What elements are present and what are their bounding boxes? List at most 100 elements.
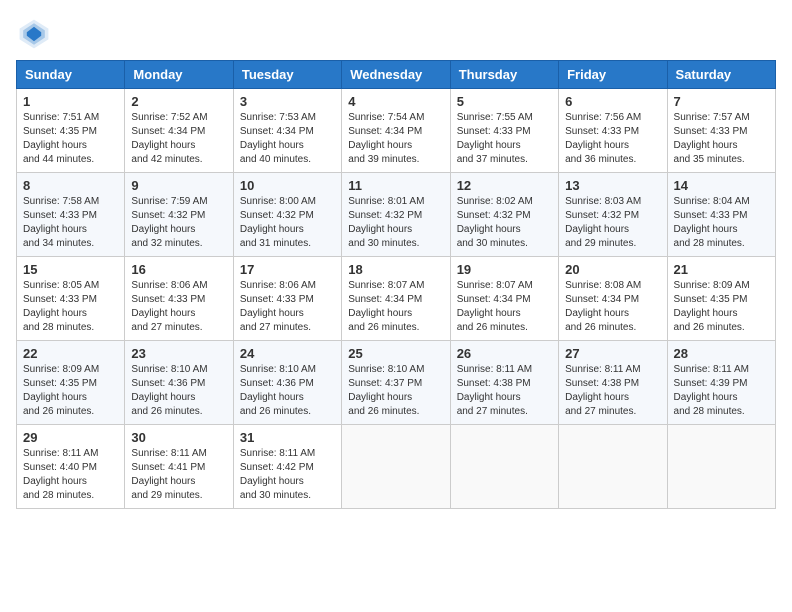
day-number: 17 bbox=[240, 262, 335, 277]
calendar-header-tuesday: Tuesday bbox=[233, 61, 341, 89]
calendar-cell: 9 Sunrise: 7:59 AMSunset: 4:32 PMDayligh… bbox=[125, 173, 233, 257]
day-info: Sunrise: 7:59 AMSunset: 4:32 PMDaylight … bbox=[131, 196, 207, 249]
calendar-cell: 5 Sunrise: 7:55 AMSunset: 4:33 PMDayligh… bbox=[450, 89, 558, 173]
calendar-cell: 18 Sunrise: 8:07 AMSunset: 4:34 PMDaylig… bbox=[342, 257, 450, 341]
calendar-week-3: 15 Sunrise: 8:05 AMSunset: 4:33 PMDaylig… bbox=[17, 257, 776, 341]
day-number: 12 bbox=[457, 178, 552, 193]
calendar-cell: 3 Sunrise: 7:53 AMSunset: 4:34 PMDayligh… bbox=[233, 89, 341, 173]
day-info: Sunrise: 8:11 AMSunset: 4:38 PMDaylight … bbox=[457, 364, 532, 417]
day-number: 10 bbox=[240, 178, 335, 193]
calendar-cell bbox=[667, 425, 775, 509]
day-number: 19 bbox=[457, 262, 552, 277]
calendar-week-1: 1 Sunrise: 7:51 AMSunset: 4:35 PMDayligh… bbox=[17, 89, 776, 173]
calendar-cell: 22 Sunrise: 8:09 AMSunset: 4:35 PMDaylig… bbox=[17, 341, 125, 425]
calendar-cell: 14 Sunrise: 8:04 AMSunset: 4:33 PMDaylig… bbox=[667, 173, 775, 257]
day-number: 13 bbox=[565, 178, 660, 193]
day-number: 3 bbox=[240, 94, 335, 109]
calendar-header-saturday: Saturday bbox=[667, 61, 775, 89]
day-number: 29 bbox=[23, 430, 118, 445]
calendar-week-5: 29 Sunrise: 8:11 AMSunset: 4:40 PMDaylig… bbox=[17, 425, 776, 509]
day-number: 21 bbox=[674, 262, 769, 277]
day-number: 6 bbox=[565, 94, 660, 109]
calendar-cell: 24 Sunrise: 8:10 AMSunset: 4:36 PMDaylig… bbox=[233, 341, 341, 425]
calendar-header-wednesday: Wednesday bbox=[342, 61, 450, 89]
calendar-cell: 6 Sunrise: 7:56 AMSunset: 4:33 PMDayligh… bbox=[559, 89, 667, 173]
day-info: Sunrise: 8:09 AMSunset: 4:35 PMDaylight … bbox=[23, 364, 99, 417]
calendar-cell: 19 Sunrise: 8:07 AMSunset: 4:34 PMDaylig… bbox=[450, 257, 558, 341]
page-header bbox=[16, 16, 776, 52]
day-info: Sunrise: 8:00 AMSunset: 4:32 PMDaylight … bbox=[240, 196, 316, 249]
day-info: Sunrise: 7:57 AMSunset: 4:33 PMDaylight … bbox=[674, 112, 750, 165]
day-number: 16 bbox=[131, 262, 226, 277]
day-number: 8 bbox=[23, 178, 118, 193]
day-info: Sunrise: 8:11 AMSunset: 4:42 PMDaylight … bbox=[240, 448, 315, 501]
calendar-header-row: SundayMondayTuesdayWednesdayThursdayFrid… bbox=[17, 61, 776, 89]
day-number: 15 bbox=[23, 262, 118, 277]
calendar-cell: 13 Sunrise: 8:03 AMSunset: 4:32 PMDaylig… bbox=[559, 173, 667, 257]
calendar-cell: 10 Sunrise: 8:00 AMSunset: 4:32 PMDaylig… bbox=[233, 173, 341, 257]
day-number: 25 bbox=[348, 346, 443, 361]
day-info: Sunrise: 8:11 AMSunset: 4:41 PMDaylight … bbox=[131, 448, 206, 501]
day-info: Sunrise: 8:11 AMSunset: 4:38 PMDaylight … bbox=[565, 364, 640, 417]
day-info: Sunrise: 8:05 AMSunset: 4:33 PMDaylight … bbox=[23, 280, 99, 333]
day-number: 24 bbox=[240, 346, 335, 361]
day-number: 11 bbox=[348, 178, 443, 193]
calendar-week-2: 8 Sunrise: 7:58 AMSunset: 4:33 PMDayligh… bbox=[17, 173, 776, 257]
day-info: Sunrise: 7:55 AMSunset: 4:33 PMDaylight … bbox=[457, 112, 533, 165]
day-number: 4 bbox=[348, 94, 443, 109]
calendar-cell: 16 Sunrise: 8:06 AMSunset: 4:33 PMDaylig… bbox=[125, 257, 233, 341]
day-number: 1 bbox=[23, 94, 118, 109]
calendar-cell: 1 Sunrise: 7:51 AMSunset: 4:35 PMDayligh… bbox=[17, 89, 125, 173]
calendar-cell: 21 Sunrise: 8:09 AMSunset: 4:35 PMDaylig… bbox=[667, 257, 775, 341]
calendar-header-sunday: Sunday bbox=[17, 61, 125, 89]
calendar-cell bbox=[342, 425, 450, 509]
calendar-header-friday: Friday bbox=[559, 61, 667, 89]
day-info: Sunrise: 8:08 AMSunset: 4:34 PMDaylight … bbox=[565, 280, 641, 333]
calendar-cell: 12 Sunrise: 8:02 AMSunset: 4:32 PMDaylig… bbox=[450, 173, 558, 257]
day-info: Sunrise: 7:53 AMSunset: 4:34 PMDaylight … bbox=[240, 112, 316, 165]
calendar-cell: 4 Sunrise: 7:54 AMSunset: 4:34 PMDayligh… bbox=[342, 89, 450, 173]
day-number: 27 bbox=[565, 346, 660, 361]
calendar-cell: 25 Sunrise: 8:10 AMSunset: 4:37 PMDaylig… bbox=[342, 341, 450, 425]
day-info: Sunrise: 8:07 AMSunset: 4:34 PMDaylight … bbox=[348, 280, 424, 333]
day-info: Sunrise: 7:58 AMSunset: 4:33 PMDaylight … bbox=[23, 196, 99, 249]
calendar-cell: 7 Sunrise: 7:57 AMSunset: 4:33 PMDayligh… bbox=[667, 89, 775, 173]
day-number: 5 bbox=[457, 94, 552, 109]
day-info: Sunrise: 8:09 AMSunset: 4:35 PMDaylight … bbox=[674, 280, 750, 333]
calendar-cell: 11 Sunrise: 8:01 AMSunset: 4:32 PMDaylig… bbox=[342, 173, 450, 257]
logo-icon bbox=[16, 16, 52, 52]
calendar-cell: 26 Sunrise: 8:11 AMSunset: 4:38 PMDaylig… bbox=[450, 341, 558, 425]
calendar-header-monday: Monday bbox=[125, 61, 233, 89]
day-number: 26 bbox=[457, 346, 552, 361]
calendar-cell: 23 Sunrise: 8:10 AMSunset: 4:36 PMDaylig… bbox=[125, 341, 233, 425]
day-info: Sunrise: 8:11 AMSunset: 4:40 PMDaylight … bbox=[23, 448, 98, 501]
day-number: 30 bbox=[131, 430, 226, 445]
day-info: Sunrise: 8:10 AMSunset: 4:37 PMDaylight … bbox=[348, 364, 424, 417]
calendar-cell: 29 Sunrise: 8:11 AMSunset: 4:40 PMDaylig… bbox=[17, 425, 125, 509]
day-info: Sunrise: 8:01 AMSunset: 4:32 PMDaylight … bbox=[348, 196, 424, 249]
calendar-cell: 20 Sunrise: 8:08 AMSunset: 4:34 PMDaylig… bbox=[559, 257, 667, 341]
calendar-cell: 8 Sunrise: 7:58 AMSunset: 4:33 PMDayligh… bbox=[17, 173, 125, 257]
day-info: Sunrise: 8:04 AMSunset: 4:33 PMDaylight … bbox=[674, 196, 750, 249]
calendar-cell: 31 Sunrise: 8:11 AMSunset: 4:42 PMDaylig… bbox=[233, 425, 341, 509]
day-info: Sunrise: 7:54 AMSunset: 4:34 PMDaylight … bbox=[348, 112, 424, 165]
day-info: Sunrise: 8:07 AMSunset: 4:34 PMDaylight … bbox=[457, 280, 533, 333]
day-number: 28 bbox=[674, 346, 769, 361]
day-number: 20 bbox=[565, 262, 660, 277]
day-info: Sunrise: 8:06 AMSunset: 4:33 PMDaylight … bbox=[131, 280, 207, 333]
day-info: Sunrise: 8:10 AMSunset: 4:36 PMDaylight … bbox=[240, 364, 316, 417]
calendar-cell: 17 Sunrise: 8:06 AMSunset: 4:33 PMDaylig… bbox=[233, 257, 341, 341]
day-number: 14 bbox=[674, 178, 769, 193]
day-info: Sunrise: 8:11 AMSunset: 4:39 PMDaylight … bbox=[674, 364, 749, 417]
calendar-cell: 15 Sunrise: 8:05 AMSunset: 4:33 PMDaylig… bbox=[17, 257, 125, 341]
day-number: 7 bbox=[674, 94, 769, 109]
day-number: 18 bbox=[348, 262, 443, 277]
calendar-cell: 2 Sunrise: 7:52 AMSunset: 4:34 PMDayligh… bbox=[125, 89, 233, 173]
day-info: Sunrise: 7:56 AMSunset: 4:33 PMDaylight … bbox=[565, 112, 641, 165]
calendar-cell bbox=[450, 425, 558, 509]
calendar-cell: 28 Sunrise: 8:11 AMSunset: 4:39 PMDaylig… bbox=[667, 341, 775, 425]
calendar-cell: 30 Sunrise: 8:11 AMSunset: 4:41 PMDaylig… bbox=[125, 425, 233, 509]
day-info: Sunrise: 7:51 AMSunset: 4:35 PMDaylight … bbox=[23, 112, 99, 165]
day-info: Sunrise: 8:10 AMSunset: 4:36 PMDaylight … bbox=[131, 364, 207, 417]
calendar-week-4: 22 Sunrise: 8:09 AMSunset: 4:35 PMDaylig… bbox=[17, 341, 776, 425]
